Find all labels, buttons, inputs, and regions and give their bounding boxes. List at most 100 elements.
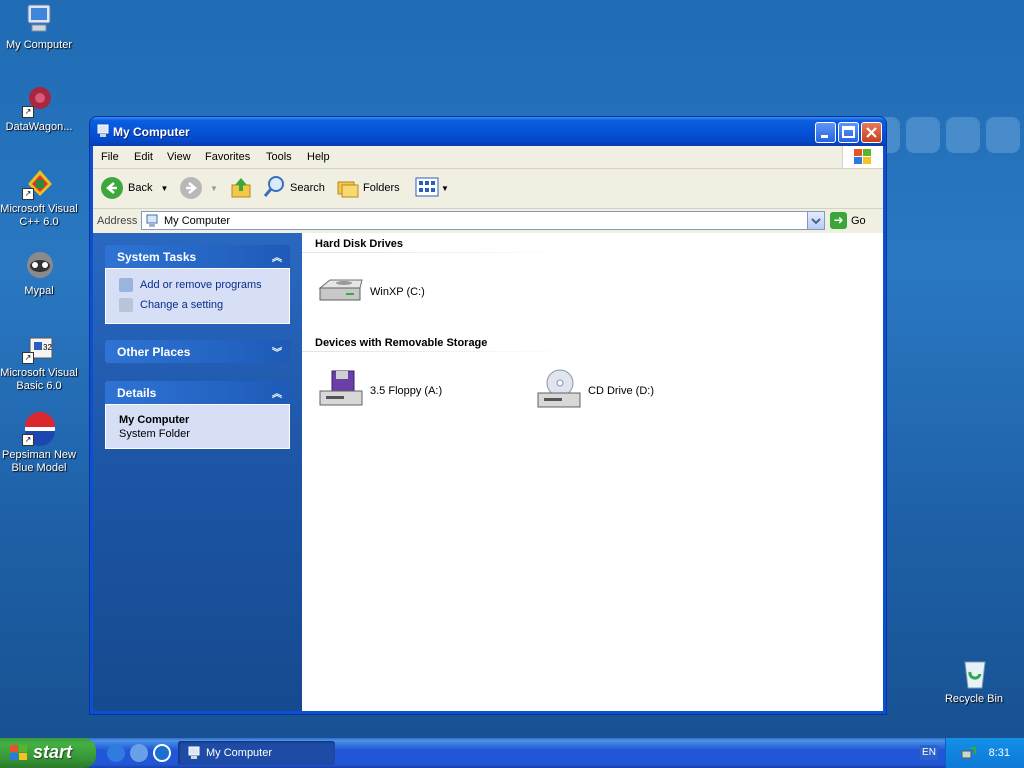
- desktop-icon-pepsiman[interactable]: ↗ Pepsiman New Blue Model: [0, 412, 78, 475]
- other-places-title: Other Places: [117, 345, 191, 359]
- group-divider: [302, 351, 578, 352]
- menu-file[interactable]: File: [101, 151, 119, 163]
- drive-item-d[interactable]: CD Drive (D:): [534, 367, 654, 415]
- forward-arrow-icon: [180, 177, 202, 199]
- drive-a-label: 3.5 Floppy (A:): [370, 385, 443, 397]
- up-folder-button[interactable]: [229, 175, 253, 201]
- details-title: Details: [117, 386, 157, 400]
- drive-d-label: CD Drive (D:): [588, 385, 654, 397]
- system-tasks-body: Add or remove programs Change a setting: [105, 268, 290, 324]
- start-label: start: [33, 742, 73, 762]
- minimize-button[interactable]: [815, 122, 836, 143]
- group-divider: [302, 252, 578, 253]
- computer-icon: [187, 746, 201, 763]
- desktop-icon-mypal[interactable]: Mypal: [0, 248, 78, 298]
- collapse-icon[interactable]: ︽: [272, 249, 282, 264]
- search-label: Search: [290, 182, 325, 194]
- network-icon[interactable]: [960, 745, 976, 764]
- desktop-icon-label: Microsoft Visual Basic 6.0: [0, 367, 78, 392]
- my-computer-window: My Computer File Edit View Favorites Too…: [90, 117, 886, 714]
- search-button[interactable]: Search: [263, 175, 325, 201]
- drive-item-a[interactable]: 3.5 Floppy (A:): [316, 367, 442, 415]
- toolbar: Back ▼ ▼ Search Folders ▼: [93, 169, 883, 209]
- change-setting-link[interactable]: Change a setting: [119, 298, 223, 312]
- desktop-icon-visual-basic[interactable]: 32 ↗ Microsoft Visual Basic 6.0: [0, 330, 78, 393]
- window-title: My Computer: [113, 125, 190, 139]
- back-label: Back: [128, 182, 153, 194]
- chevron-down-icon[interactable]: ▼: [160, 184, 168, 193]
- group-title-hard-disk: Hard Disk Drives: [315, 238, 404, 250]
- collapse-icon[interactable]: ︽: [272, 385, 282, 400]
- menu-favorites[interactable]: Favorites: [205, 151, 250, 163]
- clock[interactable]: 8:31: [989, 747, 1010, 759]
- maximize-button[interactable]: [838, 122, 859, 143]
- folders-label: Folders: [363, 182, 400, 194]
- visual-basic-icon: 32 ↗: [22, 330, 56, 364]
- internet-explorer-icon[interactable]: [107, 744, 125, 762]
- system-tasks-header[interactable]: System Tasks ︽: [105, 245, 290, 268]
- address-label: Address: [97, 215, 138, 227]
- back-button[interactable]: Back ▼: [101, 175, 168, 201]
- close-button[interactable]: [861, 122, 882, 143]
- desktop-icon-datawagon[interactable]: ↗ DataWagon...: [0, 84, 78, 134]
- shortcut-arrow-icon: ↗: [22, 188, 34, 200]
- go-button[interactable]: ➜ Go: [830, 212, 866, 229]
- chevron-down-icon: ▼: [210, 183, 218, 193]
- views-icon: [415, 176, 441, 201]
- forward-button[interactable]: ▼: [180, 175, 218, 201]
- start-button[interactable]: start: [0, 738, 96, 768]
- windows-logo-icon: [842, 146, 883, 168]
- computer-icon: [22, 2, 56, 36]
- desktop-icon-my-computer[interactable]: My Computer: [0, 2, 78, 52]
- address-bar: Address My Computer ➜ Go: [93, 209, 883, 234]
- desktop-icon-recycle-bin[interactable]: Recycle Bin: [935, 656, 1013, 706]
- menu-help[interactable]: Help: [307, 151, 330, 163]
- folders-button[interactable]: Folders: [336, 175, 400, 201]
- desktop-icon-label: My Computer: [5, 39, 73, 51]
- visual-cpp-icon: ↗: [22, 166, 56, 200]
- window-titlebar[interactable]: My Computer: [90, 117, 886, 146]
- menu-view[interactable]: View: [167, 151, 191, 163]
- drive-item-c[interactable]: WinXP (C:): [316, 268, 425, 316]
- change-setting-label: Change a setting: [140, 299, 224, 311]
- details-type: System Folder: [119, 428, 190, 440]
- system-tray: 8:31: [945, 738, 1024, 768]
- address-field[interactable]: My Computer: [141, 211, 825, 230]
- address-value: My Computer: [164, 215, 231, 227]
- menu-tools[interactable]: Tools: [266, 151, 292, 163]
- address-dropdown-button[interactable]: [807, 212, 824, 229]
- other-places-header[interactable]: Other Places ︾: [105, 340, 290, 363]
- details-header[interactable]: Details ︽: [105, 381, 290, 404]
- expand-icon[interactable]: ︾: [272, 344, 282, 359]
- add-remove-programs-label: Add or remove programs: [140, 279, 262, 291]
- language-indicator[interactable]: EN: [920, 745, 938, 760]
- desktop-decoration: [946, 117, 980, 153]
- menu-edit[interactable]: Edit: [134, 151, 153, 163]
- computer-icon: [145, 214, 159, 231]
- mypal-browser-icon[interactable]: [130, 744, 148, 762]
- drive-c-label: WinXP (C:): [370, 286, 425, 298]
- chevron-down-icon: ▼: [441, 183, 449, 193]
- media-player-icon[interactable]: [153, 744, 171, 762]
- go-arrow-icon: ➜: [830, 212, 847, 229]
- control-panel-icon: [119, 298, 133, 312]
- views-button[interactable]: ▼: [415, 175, 449, 201]
- add-remove-programs-link[interactable]: Add or remove programs: [119, 278, 262, 292]
- desktop-icon-label: Recycle Bin: [944, 693, 1004, 705]
- windows-logo-icon: [10, 745, 28, 766]
- system-tasks-title: System Tasks: [117, 250, 197, 264]
- hard-drive-icon: [316, 268, 364, 316]
- mypal-icon: [22, 248, 56, 282]
- desktop-icon-label: DataWagon...: [5, 121, 73, 133]
- desktop-icon-label: Pepsiman New Blue Model: [2, 449, 76, 474]
- window-client-area: File Edit View Favorites Tools Help Back…: [93, 146, 883, 711]
- add-remove-programs-icon: [119, 278, 133, 292]
- group-title-removable: Devices with Removable Storage: [315, 337, 488, 349]
- taskbar-button-my-computer[interactable]: My Computer: [178, 741, 335, 765]
- shortcut-arrow-icon: ↗: [22, 434, 34, 446]
- desktop-icon-label: Mypal: [24, 285, 54, 297]
- folders-icon: [336, 175, 360, 202]
- pepsiman-icon: ↗: [22, 412, 56, 446]
- desktop-icon-visual-cpp[interactable]: ↗ Microsoft Visual C++ 6.0: [0, 166, 78, 229]
- details-body: My Computer System Folder: [105, 404, 290, 449]
